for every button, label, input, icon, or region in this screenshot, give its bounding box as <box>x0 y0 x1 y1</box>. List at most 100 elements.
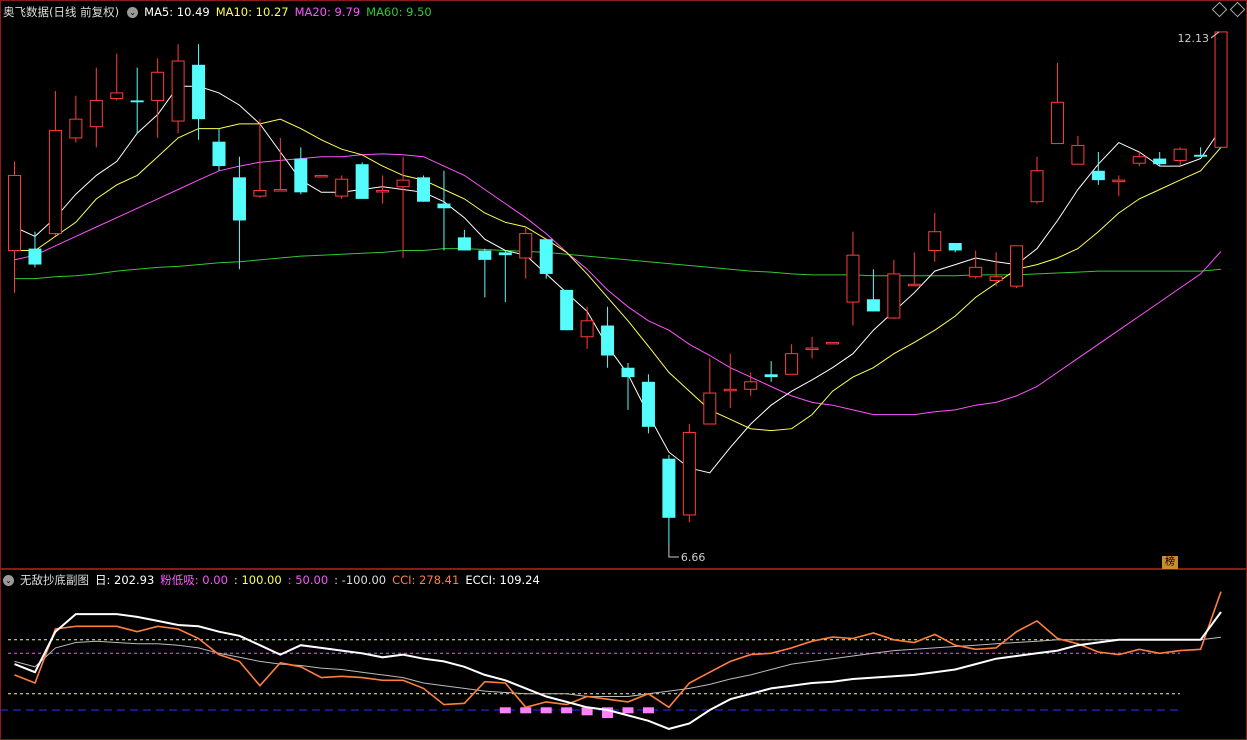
candle-body-down <box>457 237 471 251</box>
candle-body-down <box>662 458 676 518</box>
candle <box>355 162 369 199</box>
candle-body-up <box>805 347 819 351</box>
candle-body-up <box>580 320 594 338</box>
candle-body-up <box>723 388 737 392</box>
candle <box>764 361 778 382</box>
candle <box>969 250 983 279</box>
candle-body-up <box>1050 101 1064 145</box>
candle-body-up <box>785 353 799 375</box>
candle-body-down <box>1153 158 1167 165</box>
fendixi-bar <box>540 707 552 714</box>
candle-body-down <box>560 289 574 331</box>
candle <box>703 358 717 425</box>
candle <box>1010 245 1024 288</box>
candle <box>314 174 328 178</box>
candle <box>519 227 533 279</box>
candle <box>130 67 144 134</box>
candle <box>1091 152 1105 185</box>
candle <box>335 175 349 199</box>
candle <box>212 128 226 171</box>
candle-body-up <box>1132 156 1146 164</box>
sub-indicator-plot <box>0 591 1222 730</box>
candle <box>192 44 206 140</box>
candle-body-up <box>1214 31 1228 148</box>
candle <box>846 231 860 326</box>
candle <box>948 242 962 253</box>
candle-body-down <box>1091 170 1105 181</box>
candle-body-up <box>682 431 696 516</box>
candle-body-down <box>539 239 553 274</box>
low-pointer <box>668 544 679 558</box>
candle-body-up <box>396 179 410 188</box>
candle <box>498 250 512 303</box>
candle-body-up <box>110 92 124 100</box>
candle-body-up <box>1010 245 1024 287</box>
candle <box>89 67 103 148</box>
candle <box>1112 175 1126 197</box>
candle <box>396 156 410 258</box>
low-label: 6.66 <box>681 551 706 564</box>
candle <box>48 91 62 236</box>
candle-body-down <box>232 177 246 221</box>
candle-body-up <box>8 174 21 251</box>
candle <box>723 353 737 409</box>
candle-body-up <box>1071 144 1085 165</box>
candle <box>989 252 1003 287</box>
candle <box>171 44 185 134</box>
candle-body-down <box>417 177 430 202</box>
candle <box>1071 136 1085 165</box>
candle <box>744 372 758 396</box>
candle <box>69 95 83 143</box>
candle-body-up <box>273 189 287 192</box>
candle-body-up <box>314 174 328 178</box>
candle-body-down <box>437 203 451 209</box>
candle <box>437 170 451 251</box>
candle-body-up <box>744 381 758 390</box>
candle <box>1173 147 1187 167</box>
candle-body-up <box>171 60 185 122</box>
candle-body-down <box>621 367 635 378</box>
candle-body-up <box>969 266 983 278</box>
candle-body-up <box>1173 148 1187 161</box>
candle <box>580 306 594 349</box>
candle <box>1153 152 1167 167</box>
fendixi-bar <box>499 707 511 714</box>
candle-body-down <box>28 248 42 265</box>
candle <box>1030 156 1044 204</box>
candle-body-down <box>478 250 492 260</box>
candle <box>928 212 942 262</box>
candle-body-up <box>376 189 390 193</box>
ma5-line <box>14 85 1222 474</box>
candle-body-up <box>826 341 839 345</box>
candle <box>1214 31 1228 148</box>
candle <box>1132 152 1146 167</box>
high-label: 12.13 <box>1178 32 1210 45</box>
fendixi-bar <box>622 707 634 714</box>
candle <box>805 336 819 359</box>
fendixi-bar <box>561 707 573 714</box>
candle <box>151 58 165 138</box>
candle <box>376 175 390 204</box>
candle-body-down <box>130 100 144 103</box>
candle <box>1050 62 1064 145</box>
candle <box>601 306 615 368</box>
candle-body-down <box>355 164 369 199</box>
main-candlestick-plot: 12.13 6.66 <box>8 31 1228 564</box>
candle <box>682 424 696 523</box>
candle-body-up <box>69 118 83 139</box>
kline-chart-window: 奥飞数据(日线 前复权) ⌄ MA5: 10.49 MA10: 10.27 MA… <box>0 0 1247 740</box>
candle-body-up <box>151 71 165 101</box>
candle-body-down <box>212 141 226 167</box>
candle-body-down <box>294 158 308 193</box>
candle-body-down <box>601 325 615 356</box>
candle-body-up <box>989 276 1003 281</box>
fendixi-bar <box>520 707 532 714</box>
candle <box>478 248 492 298</box>
candle-body-up <box>48 129 62 235</box>
candle-body-down <box>866 299 880 312</box>
candle <box>417 175 430 202</box>
candle <box>294 147 308 195</box>
candle-body-up <box>1030 170 1044 203</box>
candle <box>28 231 42 268</box>
candle-body-up <box>1112 179 1126 183</box>
